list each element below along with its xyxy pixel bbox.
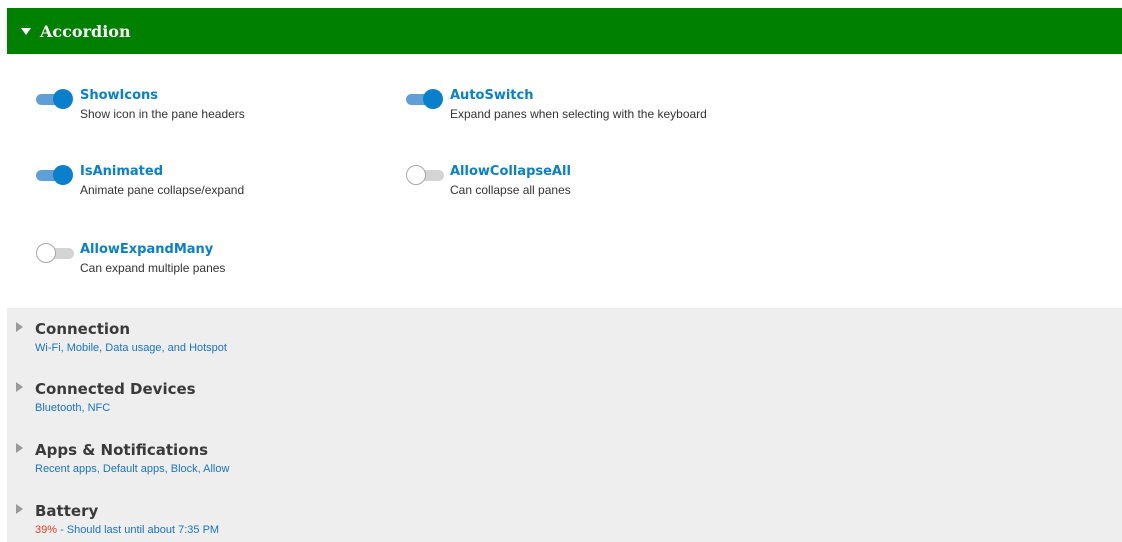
option-title: AllowCollapseAll <box>450 164 571 179</box>
triangle-right-icon <box>16 322 23 332</box>
pane-connection[interactable]: Connection Wi-Fi, Mobile, Data usage, an… <box>7 308 1122 358</box>
pane-list: Connection Wi-Fi, Mobile, Data usage, an… <box>7 308 1122 542</box>
option-allowexpandmany: AllowExpandMany Can expand multiple pane… <box>36 242 225 276</box>
option-title: ShowIcons <box>80 88 159 103</box>
option-allowcollapseall: AllowCollapseAll Can collapse all panes <box>406 164 571 198</box>
options-panel: ShowIcons Show icon in the pane headers … <box>7 54 1122 308</box>
option-description: Show icon in the pane headers <box>80 107 245 121</box>
pane-subtitle: 39% - Should last until about 7:35 PM <box>35 524 219 536</box>
pane-title: Battery <box>35 502 99 520</box>
pane-title: Apps & Notifications <box>35 441 209 459</box>
pane-battery[interactable]: Battery 39% - Should last until about 7:… <box>7 490 1122 540</box>
triangle-right-icon <box>16 443 23 453</box>
accordion-header[interactable]: Accordion <box>7 8 1122 54</box>
option-autoswitch: AutoSwitch Expand panes when selecting w… <box>406 88 707 122</box>
accordion-title: Accordion <box>40 21 131 41</box>
triangle-right-icon <box>16 504 23 514</box>
pane-subtitle: Recent apps, Default apps, Block, Allow <box>35 463 230 475</box>
pane-apps-notifications[interactable]: Apps & Notifications Recent apps, Defaul… <box>7 429 1122 479</box>
option-title: AllowExpandMany <box>80 242 214 257</box>
battery-estimate: - Should last until about 7:35 PM <box>57 524 220 536</box>
pane-subtitle: Wi-Fi, Mobile, Data usage, and Hotspot <box>35 342 227 354</box>
option-showicons: ShowIcons Show icon in the pane headers <box>36 88 245 122</box>
pane-title: Connected Devices <box>35 380 196 398</box>
showicons-toggle[interactable] <box>36 89 74 109</box>
pane-connected-devices[interactable]: Connected Devices Bluetooth, NFC <box>7 368 1122 418</box>
option-title: AutoSwitch <box>450 88 534 103</box>
pane-title: Connection <box>35 320 131 338</box>
battery-percentage: 39% <box>35 524 58 536</box>
autoswitch-toggle[interactable] <box>406 89 444 109</box>
triangle-right-icon <box>16 382 23 392</box>
option-description: Expand panes when selecting with the key… <box>450 107 707 121</box>
option-description: Can expand multiple panes <box>80 261 226 275</box>
option-isanimated: IsAnimated Animate pane collapse/expand <box>36 164 244 198</box>
isanimated-toggle[interactable] <box>36 165 74 185</box>
option-description: Can collapse all panes <box>450 183 571 197</box>
option-description: Animate pane collapse/expand <box>80 183 245 197</box>
allowcollapseall-toggle[interactable] <box>406 165 444 185</box>
allowexpandmany-toggle[interactable] <box>36 243 74 263</box>
pane-subtitle: Bluetooth, NFC <box>35 402 111 414</box>
triangle-down-icon <box>21 27 31 35</box>
option-title: IsAnimated <box>80 164 164 179</box>
